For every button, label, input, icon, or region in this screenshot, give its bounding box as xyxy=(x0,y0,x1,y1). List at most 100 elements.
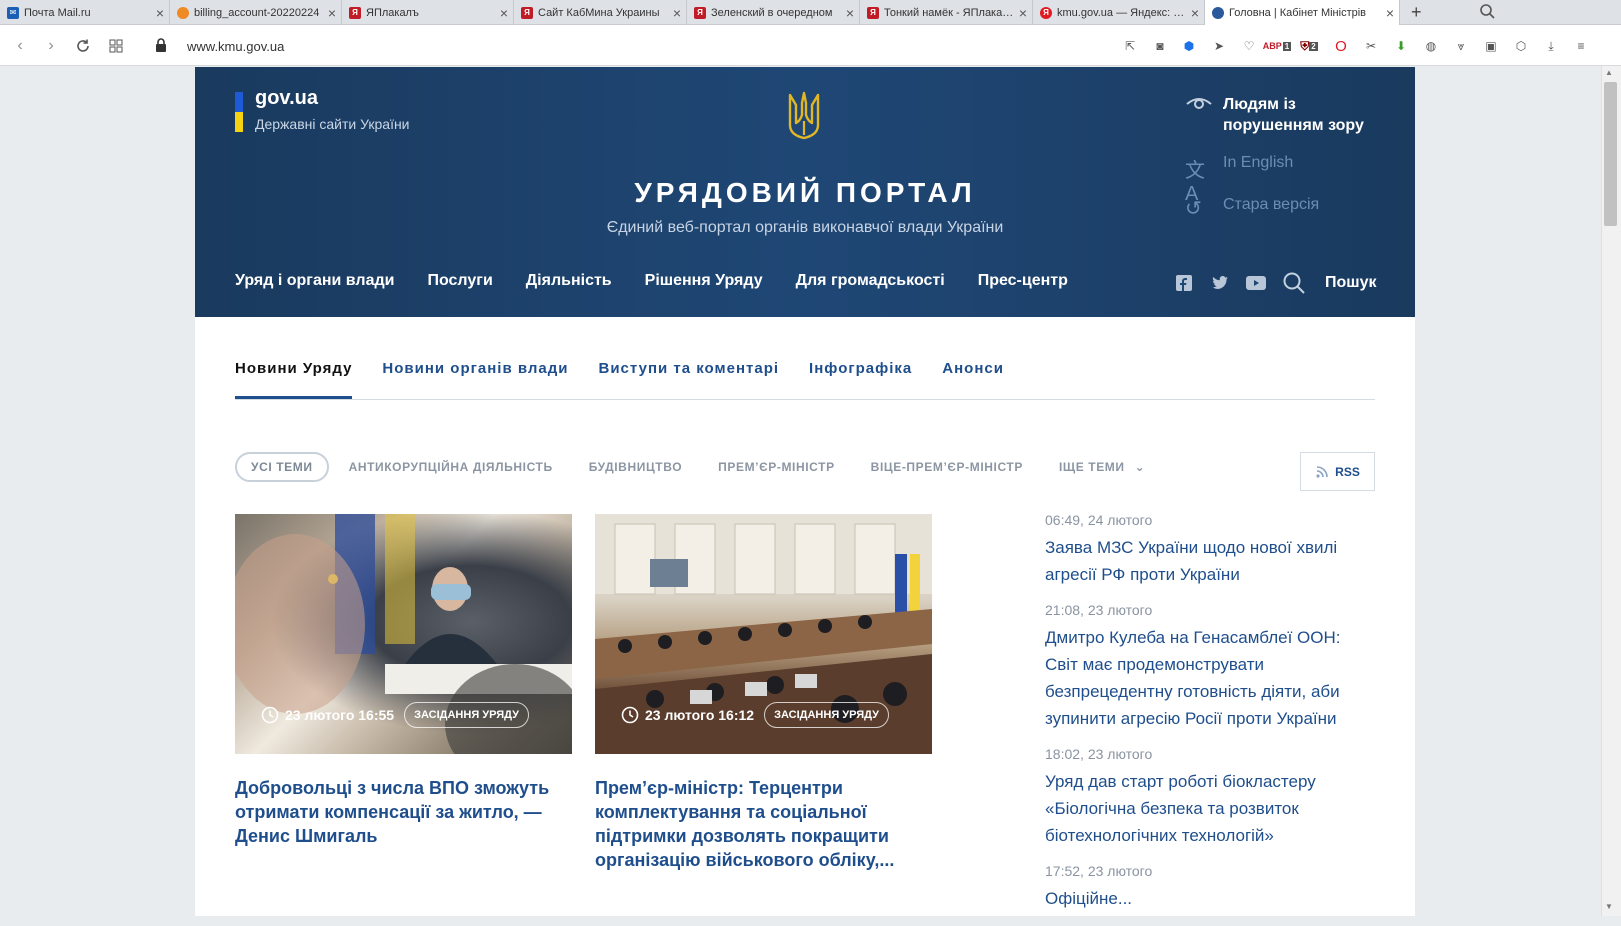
scrollbar-thumb[interactable] xyxy=(1604,82,1617,226)
speed-dial-button[interactable] xyxy=(106,36,126,56)
accessibility-line2: порушенням зору xyxy=(1223,117,1364,134)
gov-ua-subtitle[interactable]: Державні сайти України xyxy=(255,116,410,132)
forward-button[interactable]: › xyxy=(41,36,61,56)
yaplakal-icon: Я xyxy=(867,6,879,19)
scroll-up-icon[interactable]: ▲ xyxy=(1605,68,1613,77)
tab-government-news[interactable]: Новини Уряду xyxy=(235,360,353,399)
close-tab-icon[interactable]: × xyxy=(668,5,686,21)
news-tag[interactable]: ЗАСІДАННЯ УРЯДУ xyxy=(764,702,889,728)
nav-item-services[interactable]: Послуги xyxy=(427,272,492,290)
browser-tab[interactable]: Я kmu.gov.ua — Яндекс: нашлось × xyxy=(1033,0,1205,25)
back-button[interactable]: ‹ xyxy=(10,36,30,56)
rss-button[interactable]: RSS xyxy=(1300,452,1375,491)
news-link[interactable]: Дмитро Кулеба на Генасамблеї ООН: Світ м… xyxy=(1045,624,1375,732)
tab-announcements[interactable]: Анонси xyxy=(942,360,1004,399)
browser-tab[interactable]: ✉ Почта Mail.ru × xyxy=(0,0,170,25)
download-arrow-icon[interactable]: ⬇ xyxy=(1392,37,1410,55)
scroll-down-icon[interactable]: ▼ xyxy=(1605,902,1613,911)
translate-icon[interactable]: ▣ xyxy=(1482,37,1500,55)
list-item[interactable]: 06:49, 24 лютого Заява МЗС України щодо … xyxy=(1045,512,1375,588)
old-version-link[interactable]: ↺ Стара версія xyxy=(1185,196,1319,220)
news-link[interactable]: Заява МЗС України щодо нової хвилі агрес… xyxy=(1045,534,1375,588)
close-tab-icon[interactable]: × xyxy=(1014,5,1032,21)
list-item[interactable]: 18:02, 23 лютого Уряд дав старт роботі б… xyxy=(1045,746,1375,849)
news-photo-cabinet[interactable]: 23 лютого 16:12 ЗАСІДАННЯ УРЯДУ xyxy=(595,514,932,754)
facebook-icon[interactable] xyxy=(1173,272,1195,294)
translate-icon: 文A xyxy=(1185,160,1205,205)
gov-ua-logo[interactable]: gov.ua xyxy=(255,87,318,110)
news-link[interactable]: Офіційне... xyxy=(1045,885,1375,912)
news-date: 23 лютого 16:12 xyxy=(645,707,755,723)
news-tag[interactable]: ЗАСІДАННЯ УРЯДУ xyxy=(404,702,529,728)
close-tab-icon[interactable]: × xyxy=(1186,5,1204,21)
news-meta: 23 лютого 16:12 ЗАСІДАННЯ УРЯДУ xyxy=(621,702,889,728)
english-link[interactable]: 文A In English xyxy=(1185,154,1293,205)
trident-icon[interactable] xyxy=(786,91,822,141)
browser-tab[interactable]: billing_account-20220224 × xyxy=(170,0,342,25)
youtube-icon[interactable] xyxy=(1245,272,1267,294)
tab-speeches[interactable]: Виступи та коментарі xyxy=(598,360,779,399)
close-tab-icon[interactable]: × xyxy=(495,5,513,21)
topic-filters: УСІ ТЕМИ АНТИКОРУПЦІЙНА ДІЯЛЬНІСТЬ БУДІВ… xyxy=(235,452,1181,482)
reload-button[interactable] xyxy=(73,36,93,56)
list-item[interactable]: 17:52, 23 лютого Офіційне... xyxy=(1045,863,1375,912)
browser-tab[interactable]: Я Сайт КабМина Украины × xyxy=(514,0,687,25)
nav-item-public[interactable]: Для громадськості xyxy=(796,272,945,290)
camera-icon[interactable]: ◙ xyxy=(1151,37,1169,55)
send-icon[interactable]: ➤ xyxy=(1210,37,1228,55)
shield-icon[interactable]: ⬢ xyxy=(1180,37,1198,55)
share-icon[interactable]: ⇱ xyxy=(1121,37,1139,55)
news-card[interactable]: 23 лютого 16:55 ЗАСІДАННЯ УРЯДУ Добровол… xyxy=(235,514,572,848)
filter-vice-prime-minister[interactable]: ВІЦЕ-ПРЕМ’ЄР-МІНІСТР xyxy=(871,460,1023,474)
nav-item-decisions[interactable]: Рішення Уряду xyxy=(645,272,763,290)
twitter-icon[interactable] xyxy=(1209,272,1231,294)
nav-item-government[interactable]: Уряд і органи влади xyxy=(235,272,394,290)
browser-tab[interactable]: Я Зеленский в очередном × xyxy=(687,0,860,25)
browser-tab-active[interactable]: Головна | Кабінет Міністрів × xyxy=(1205,0,1400,26)
filter-anticorruption[interactable]: АНТИКОРУПЦІЙНА ДІЯЛЬНІСТЬ xyxy=(349,460,553,474)
opera-icon[interactable]: O xyxy=(1332,37,1350,55)
news-time: 18:02, 23 лютого xyxy=(1045,746,1153,762)
nav-item-activity[interactable]: Діяльність xyxy=(526,272,612,290)
browser-tab[interactable]: Я ЯПлакалъ × xyxy=(342,0,514,25)
heart-icon[interactable]: ♡ xyxy=(1240,37,1258,55)
close-tab-icon[interactable]: × xyxy=(1381,5,1399,21)
new-tab-button[interactable]: + xyxy=(1411,2,1422,23)
news-meta: 23 лютого 16:55 ЗАСІДАННЯ УРЯДУ xyxy=(261,702,529,728)
extension-icon[interactable]: ✂ xyxy=(1362,37,1380,55)
browser-tab[interactable]: Я Тонкий намёк - ЯПлакалъ × xyxy=(860,0,1033,25)
news-title[interactable]: Прем’єр-міністр: Терцентри комплектуванн… xyxy=(595,776,932,872)
news-title[interactable]: Добровольці з числа ВПО зможуть отримати… xyxy=(235,776,572,848)
filter-construction[interactable]: БУДІВНИЦТВО xyxy=(589,460,682,474)
tab-search-icon[interactable] xyxy=(1478,3,1498,21)
reload-icon xyxy=(77,39,89,52)
nav-item-press[interactable]: Прес-центр xyxy=(978,272,1068,290)
close-tab-icon[interactable]: × xyxy=(151,5,169,21)
filter-more-topics[interactable]: ІЩЕ ТЕМИ ⌄ xyxy=(1059,460,1145,474)
ublock-icon[interactable]: ⛨ 2 xyxy=(1300,37,1318,55)
tab-title: Тонкий намёк - ЯПлакалъ xyxy=(884,6,1014,19)
main-nav: Уряд і органи влади Послуги Діяльність Р… xyxy=(235,272,1101,290)
url-field[interactable]: www.kmu.gov.ua xyxy=(187,39,284,54)
cube-icon[interactable]: ⬡ xyxy=(1512,37,1530,55)
menu-icon[interactable]: ≡ xyxy=(1572,37,1590,55)
tab-authority-news[interactable]: Новини органів влади xyxy=(382,360,568,399)
downloads-icon[interactable]: ⤓ xyxy=(1542,37,1560,55)
adblock-icon[interactable]: ABP 1 xyxy=(1263,37,1292,55)
filter-prime-minister[interactable]: ПРЕМ’ЄР-МІНІСТР xyxy=(718,460,835,474)
tab-infographics[interactable]: Інфографіка xyxy=(809,360,912,399)
globe-icon[interactable]: ◍ xyxy=(1422,37,1440,55)
news-photo-meeting[interactable]: 23 лютого 16:55 ЗАСІДАННЯ УРЯДУ xyxy=(235,514,572,754)
list-item[interactable]: 21:08, 23 лютого Дмитро Кулеба на Генаса… xyxy=(1045,602,1375,732)
news-link[interactable]: Уряд дав старт роботі біокластеру «Біоло… xyxy=(1045,768,1375,849)
close-tab-icon[interactable]: × xyxy=(841,5,859,21)
accessibility-link[interactable]: Людям із порушенням зору xyxy=(1185,94,1364,136)
search-button[interactable]: Пошук xyxy=(1325,274,1377,292)
filter-all-topics[interactable]: УСІ ТЕМИ xyxy=(235,452,329,482)
news-card[interactable]: 23 лютого 16:12 ЗАСІДАННЯ УРЯДУ Прем’єр-… xyxy=(595,514,932,872)
flag-icon xyxy=(235,92,243,132)
vpn-icon[interactable]: ⩔ xyxy=(1452,37,1470,55)
close-tab-icon[interactable]: × xyxy=(323,5,341,21)
lock-icon[interactable] xyxy=(155,38,167,52)
search-icon[interactable] xyxy=(1281,272,1307,294)
